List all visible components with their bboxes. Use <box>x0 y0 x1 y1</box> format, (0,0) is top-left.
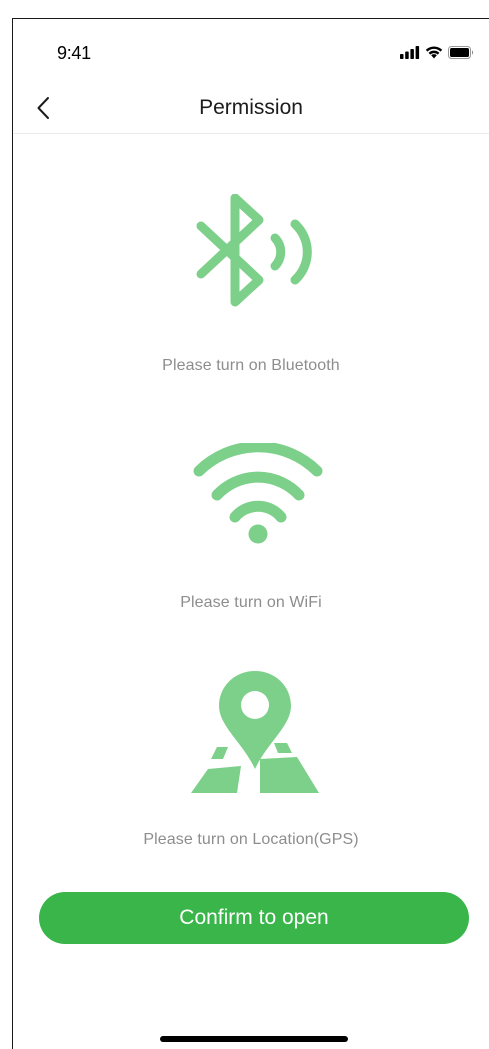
status-bar: 9:41 <box>13 19 489 87</box>
cellular-signal-icon <box>400 45 420 59</box>
confirm-to-open-button[interactable]: Confirm to open <box>39 892 469 944</box>
wifi-hint: Please turn on WiFi <box>180 594 322 611</box>
home-indicator <box>160 1036 348 1042</box>
bluetooth-hint: Please turn on Bluetooth <box>162 357 340 374</box>
navigation-bar: Permission <box>13 87 489 134</box>
wifi-status-icon <box>425 45 443 58</box>
phone-screen: 9:41 Permission Please turn on Bluetooth… <box>12 18 489 1049</box>
status-icons <box>400 45 475 59</box>
wifi-icon <box>193 443 323 544</box>
location-hint: Please turn on Location(GPS) <box>143 831 359 848</box>
page-title: Permission <box>199 96 303 119</box>
status-time: 9:41 <box>57 43 91 63</box>
battery-icon <box>448 45 474 59</box>
bluetooth-icon <box>196 194 312 307</box>
location-map-icon <box>191 671 319 793</box>
